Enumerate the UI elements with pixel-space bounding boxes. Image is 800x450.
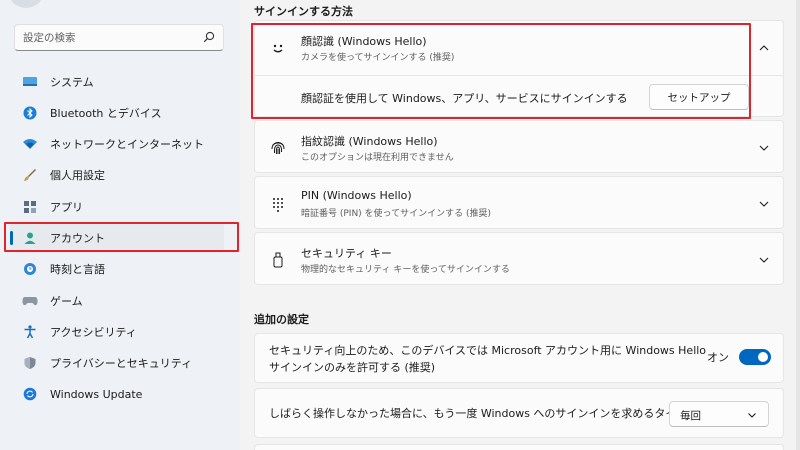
pin-header[interactable]: PIN (Windows Hello) 暗証番号 (PIN) を使ってサインイン… [255,177,783,231]
wifi-icon [22,136,38,152]
sidebar-item-bluetooth[interactable]: Bluetooth とデバイス [10,97,224,128]
person-icon [22,230,38,246]
sidebar-item-apps[interactable]: アプリ [10,191,224,222]
nav-list: システム Bluetooth とデバイス ネットワークとインターネット 個人用設… [10,66,224,410]
scrollbar[interactable] [796,0,800,450]
sidebar-item-label: アプリ [50,200,83,214]
search-input[interactable] [23,29,193,47]
monitor-icon [22,74,38,90]
section-title-signin: サインインする方法 [254,5,353,18]
chevron-down-icon [748,413,756,418]
search-icon[interactable] [203,31,215,46]
security-key-header[interactable]: セキュリティ キー 物理的なセキュリティ キーを使ってサインインする [255,233,783,287]
fingerprint-header[interactable]: 指紋認識 (Windows Hello) このオプションは現在利用できません [255,121,783,175]
face-recognition-header[interactable]: 顔認識 (Windows Hello) カメラを使ってサインインする (推奨) [255,21,783,75]
timeout-select[interactable]: 毎回 [669,401,769,427]
sidebar-item-label: 個人用設定 [50,169,105,183]
ms-only-toggle[interactable] [739,349,771,365]
sidebar-item-label: システム [50,75,94,89]
chevron-down-icon[interactable] [757,253,771,267]
ms-only-line1: セキュリティ向上のため、このデバイスでは Microsoft アカウント用に W… [269,344,707,357]
globe-clock-icon [22,261,38,277]
sidebar-item-time-language[interactable]: 時刻と言語 [10,254,224,285]
chevron-up-icon[interactable] [757,41,771,55]
face-recognition-title: 顔認識 (Windows Hello) [301,35,427,48]
sidebar-item-network[interactable]: ネットワークとインターネット [10,129,224,160]
search-box[interactable] [14,24,224,51]
sidebar-item-windows-update[interactable]: Windows Update [10,379,224,410]
sidebar-item-label: ネットワークとインターネット [50,138,204,152]
card-pin[interactable]: PIN (Windows Hello) 暗証番号 (PIN) を使ってサインイン… [254,176,784,229]
update-icon [22,386,38,402]
sidebar-item-label: Windows Update [50,387,143,401]
timeout-label: しばらく操作しなかった場合に、もう一度 Windows へのサインインを求めるタ… [269,407,710,420]
pin-title: PIN (Windows Hello) [301,189,412,202]
setup-button[interactable]: セットアップ [649,84,749,110]
card-security-key[interactable]: セキュリティ キー 物理的なセキュリティ キーを使ってサインインする [254,232,784,285]
ms-only-line2: サインインのみを許可する (推奨) [269,361,436,374]
accessibility-icon [22,324,38,340]
sidebar-item-label: アクセシビリティ [50,325,137,339]
timeout-select-value: 毎回 [680,410,701,422]
sidebar: システム Bluetooth とデバイス ネットワークとインターネット 個人用設… [0,0,240,450]
sidebar-item-label: プライバシーとセキュリティ [50,357,193,371]
ms-only-toggle-group: オン [707,349,771,365]
sidebar-item-label: Bluetooth とデバイス [50,106,162,120]
toggle-knob [758,352,768,362]
sidebar-item-personalization[interactable]: 個人用設定 [10,160,224,191]
face-recognition-detail-text: 顔認証を使用して Windows、アプリ、サービスにサインインする [301,92,628,105]
card-next-setting [254,444,784,450]
sidebar-item-label: ゲーム [50,294,83,308]
gamepad-icon [22,293,38,309]
avatar[interactable] [8,0,44,8]
sidebar-item-privacy[interactable]: プライバシーとセキュリティ [10,348,224,379]
card-face-recognition: 顔認識 (Windows Hello) カメラを使ってサインインする (推奨) … [254,20,784,117]
apps-icon [22,199,38,215]
pin-subtitle: 暗証番号 (PIN) を使ってサインインする (推奨) [301,209,491,219]
face-recognition-subtitle: カメラを使ってサインインする (推奨) [301,53,455,63]
sidebar-item-label: アカウント [50,231,105,245]
brush-icon [22,167,38,183]
sidebar-item-label: 時刻と言語 [50,263,105,277]
sidebar-item-gaming[interactable]: ゲーム [10,285,224,316]
shield-icon [22,355,38,371]
sidebar-item-system[interactable]: システム [10,66,224,97]
chevron-down-icon[interactable] [757,141,771,155]
card-fingerprint[interactable]: 指紋認識 (Windows Hello) このオプションは現在利用できません [254,120,784,173]
smile-face-icon [269,39,287,57]
bluetooth-icon [22,105,38,121]
security-key-title: セキュリティ キー [301,247,392,260]
fingerprint-subtitle: このオプションは現在利用できません [301,153,454,163]
face-recognition-detail: 顔認証を使用して Windows、アプリ、サービスにサインインする セットアップ [255,75,783,117]
sidebar-item-accessibility[interactable]: アクセシビリティ [10,316,224,347]
fingerprint-title: 指紋認識 (Windows Hello) [301,135,438,148]
chevron-down-icon[interactable] [757,197,771,211]
sidebar-item-accounts[interactable]: アカウント [10,222,224,254]
toggle-state-label: オン [707,351,729,364]
usb-key-icon [269,251,287,269]
security-key-subtitle: 物理的なセキュリティ キーを使ってサインインする [301,265,510,275]
keypad-icon [269,195,287,213]
card-signin-timeout: しばらく操作しなかった場合に、もう一度 Windows へのサインインを求めるタ… [254,388,784,438]
section-title-additional: 追加の設定 [254,313,309,326]
fingerprint-icon [269,139,287,157]
card-ms-only-signin: セキュリティ向上のため、このデバイスでは Microsoft アカウント用に W… [254,333,784,383]
